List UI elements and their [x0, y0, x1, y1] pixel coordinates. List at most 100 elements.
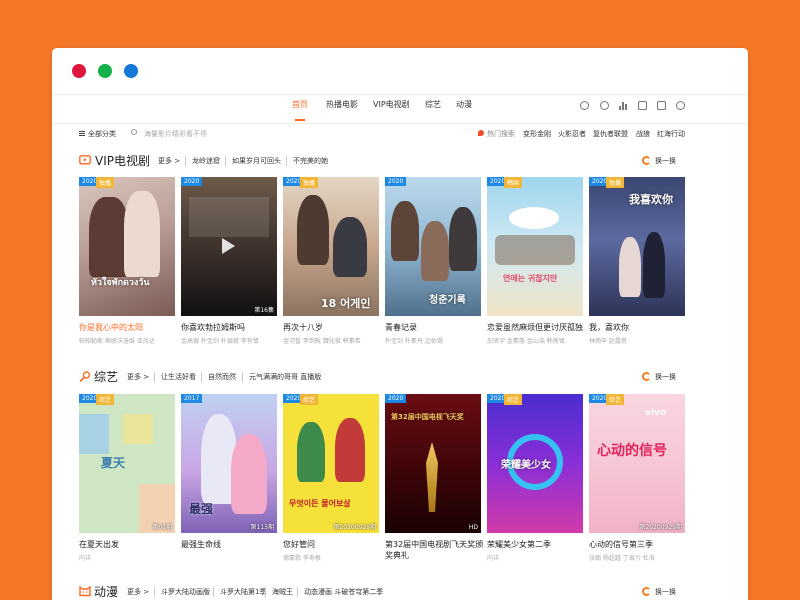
title-bar: [52, 48, 748, 95]
card-title[interactable]: 再次十八岁: [283, 322, 383, 333]
card-cast: 朴宝剑 朴素丹 边佑锡: [385, 338, 443, 345]
close-window-button[interactable]: [72, 64, 86, 78]
card-title[interactable]: 我，喜欢你: [589, 322, 689, 333]
poster-image[interactable]: 2020 独播 18 어게인: [283, 177, 379, 316]
tag-badge: 独播: [96, 177, 115, 188]
poster-title: 청춘기록: [429, 295, 466, 306]
year-badge: 2020: [385, 394, 407, 403]
poster-title: 我喜欢你: [629, 193, 673, 206]
refresh-icon[interactable]: [642, 156, 651, 165]
card-cast: 帕帕勒斯·蒂娜沃洛维 亚尚达: [79, 338, 155, 345]
tab-variety[interactable]: 综艺: [425, 99, 441, 119]
card-title[interactable]: 您好管问: [283, 539, 383, 550]
refresh-icon[interactable]: [642, 587, 651, 596]
message-icon[interactable]: [600, 101, 609, 110]
search-input[interactable]: [144, 128, 284, 139]
poster-image[interactable]: 2020 综艺 夏天 第01期: [79, 394, 175, 533]
section-link[interactable]: 斗罗大陆动画版: [154, 587, 210, 597]
section-link[interactable]: 自然而然: [201, 372, 236, 382]
tab-home[interactable]: 首页: [292, 99, 308, 121]
nav-divider: [52, 123, 748, 124]
poster-image[interactable]: 2020 第32届中国电视飞天奖 HD: [385, 394, 481, 533]
poster-image[interactable]: 2017 最强 第113期: [181, 394, 277, 533]
poster-image[interactable]: 2020 청춘기록: [385, 177, 481, 316]
vivo-logo: vivo: [645, 408, 667, 418]
box-icon[interactable]: [657, 101, 666, 110]
section-link[interactable]: 不完美的她: [286, 156, 328, 166]
search-bar-row: 全部分类 热门搜索 变形金刚 火影忍者 复仇者联盟 战狼 红海行动: [52, 128, 748, 144]
tab-vip-drama[interactable]: VIP电视剧: [373, 99, 410, 119]
tag-badge: 韩国: [504, 177, 523, 188]
card-title[interactable]: 在夏天出发: [79, 539, 179, 550]
card-title[interactable]: 你喜欢勃拉姆斯吗: [181, 322, 281, 333]
card-cast: 林雨申 赵露思: [589, 338, 627, 345]
section-title: 综艺: [94, 370, 119, 384]
section-link[interactable]: 龙岭迷窟: [185, 156, 220, 166]
minimize-window-button[interactable]: [124, 64, 138, 78]
poster-title: 第32届中国电视飞天奖: [391, 413, 464, 421]
poster-image[interactable]: 2020 独播 我喜欢你: [589, 177, 685, 316]
refresh-button[interactable]: 换一换: [655, 156, 676, 166]
section-link[interactable]: 让生活好看: [154, 372, 196, 382]
card-title[interactable]: 荣耀美少女第二季: [487, 539, 587, 550]
tab-movies[interactable]: 热播电影: [326, 99, 358, 119]
browser-window: 首页 热播电影 VIP电视剧 综艺 动漫 全部分类 热门搜索 变形金刚 火影忍者…: [52, 48, 748, 600]
episode-label: HD: [468, 524, 478, 531]
all-categories-button[interactable]: 全部分类: [88, 129, 116, 139]
card-title[interactable]: 最强生命线: [181, 539, 281, 550]
hot-search-item[interactable]: 红海行动: [657, 129, 685, 139]
fire-icon: [478, 130, 484, 136]
section-header-anime: 动漫 更多 > 斗罗大陆动画版 斗罗大陆第1季 海贼王 动态漫画 斗破苍穹第二季…: [52, 583, 748, 600]
section-link[interactable]: 动态漫画 斗破苍穹第二季: [297, 587, 383, 597]
poster-title: 연애는 귀찮지만: [503, 274, 558, 283]
section-title: 动漫: [94, 585, 119, 599]
section-title: VIP电视剧: [95, 154, 150, 168]
hot-search-item[interactable]: 战狼: [636, 129, 650, 139]
poster-title: 夏天: [101, 456, 126, 470]
year-badge: 2020: [181, 177, 203, 186]
poster-title: 心动的信号: [597, 443, 667, 459]
section-link[interactable]: 如果岁月可回头: [225, 156, 281, 166]
tag-badge: 综艺: [96, 394, 115, 405]
poster-image[interactable]: 2020 综艺 무엇이든 물어보살 第20200928期: [283, 394, 379, 533]
section-link[interactable]: 斗罗大陆第1季: [213, 587, 266, 597]
poster-title: หัวใจพักดวงวัน: [91, 278, 150, 288]
year-badge: 2020: [385, 177, 407, 186]
maximize-window-button[interactable]: [98, 64, 112, 78]
more-link[interactable]: 更多 >: [127, 372, 149, 382]
microphone-icon: [79, 371, 91, 382]
refresh-button[interactable]: 换一换: [655, 587, 676, 597]
episode-label: 第20200929期: [639, 524, 682, 531]
cube-icon[interactable]: [638, 101, 647, 110]
section-link[interactable]: 海贼王: [265, 587, 293, 597]
search-icon[interactable]: [131, 129, 137, 135]
refresh-icon[interactable]: [642, 372, 651, 381]
user-icon[interactable]: [676, 101, 685, 110]
poster-title: 最强: [189, 502, 214, 516]
more-link[interactable]: 更多 >: [158, 156, 180, 166]
hot-search-item[interactable]: 复仇者联盟: [593, 129, 628, 139]
play-icon[interactable]: [222, 238, 235, 254]
more-link[interactable]: 更多 >: [127, 587, 149, 597]
hot-search-item[interactable]: 火影忍者: [558, 129, 586, 139]
hot-search-item[interactable]: 变形金刚: [523, 129, 551, 139]
chart-icon[interactable]: [619, 101, 628, 110]
tab-anime[interactable]: 动漫: [456, 99, 472, 119]
poster-image[interactable]: 2020 韩国 연애는 귀찮지만: [487, 177, 583, 316]
card-title[interactable]: 恋爱虽然麻烦但更讨厌孤独: [487, 322, 587, 333]
card-title[interactable]: 第32届中国电视剧飞天奖颁奖典礼: [385, 539, 485, 561]
tag-badge: 综艺: [504, 394, 523, 405]
card-title[interactable]: 青春记录: [385, 322, 485, 333]
card-cast: 内详: [487, 555, 500, 562]
refresh-button[interactable]: 换一换: [655, 372, 676, 382]
card-title[interactable]: 你是我心中的太阳: [79, 322, 179, 333]
clock-icon[interactable]: [580, 101, 589, 110]
poster-image[interactable]: 2020 第16集: [181, 177, 277, 316]
card-title[interactable]: 心动的信号第三季: [589, 539, 689, 550]
tv-icon: [79, 155, 91, 165]
poster-image[interactable]: 2020 综艺 荣耀美少女: [487, 394, 583, 533]
poster-title: 荣耀美少女: [501, 460, 551, 471]
poster-image[interactable]: 2020 综艺 vivo 心动的信号 第20200929期: [589, 394, 685, 533]
poster-image[interactable]: 2020 独播 หัวใจพักดวงวัน: [79, 177, 175, 316]
section-link[interactable]: 元气满满的哥哥 直播版: [242, 372, 321, 382]
